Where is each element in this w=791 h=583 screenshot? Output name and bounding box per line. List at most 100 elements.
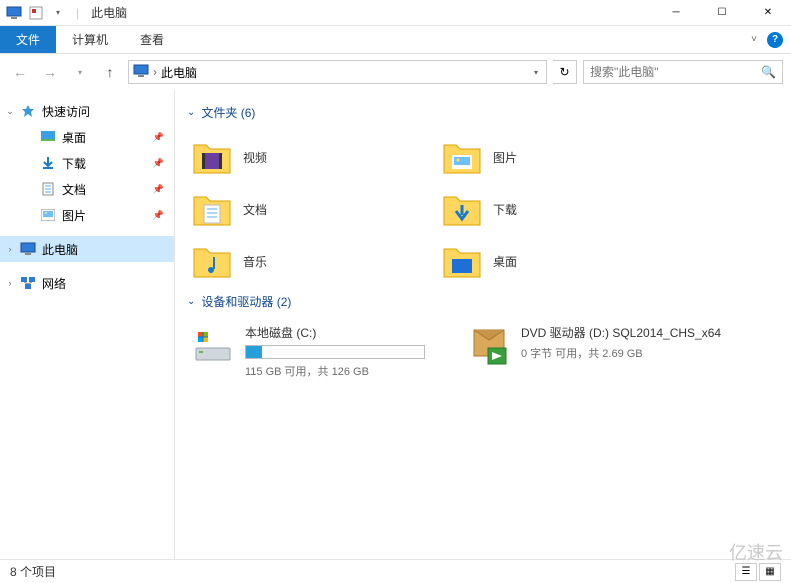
section-folders-header[interactable]: ⌄ 文件夹 (6) <box>187 104 779 121</box>
properties-icon[interactable] <box>26 3 46 23</box>
title-separator: | <box>76 6 79 20</box>
drive-subtitle: 115 GB 可用，共 126 GB <box>245 363 425 379</box>
folder-desktop[interactable]: 桌面 <box>437 235 687 287</box>
address-chevron: › <box>153 65 157 79</box>
music-icon <box>191 240 233 282</box>
search-box[interactable]: 🔍 <box>583 60 783 84</box>
pc-icon <box>20 241 36 257</box>
ribbon-tabs: 文件 计算机 查看 ˅ ? <box>0 26 791 54</box>
disk-icon <box>191 324 235 368</box>
chevron-down-icon[interactable]: ⌄ <box>4 106 16 117</box>
sidebar-item-label: 桌面 <box>62 129 86 146</box>
folder-downloads[interactable]: 下载 <box>437 183 687 235</box>
quick-access-toolbar: ▾ <box>0 3 72 23</box>
address-bar[interactable]: › 此电脑 ▾ <box>128 60 547 84</box>
sidebar-this-pc[interactable]: › 此电脑 <box>0 236 174 262</box>
up-button[interactable]: ↑ <box>98 60 122 84</box>
drive-usage-bar <box>245 345 425 359</box>
drive-title: 本地磁盘 (C:) <box>245 324 425 341</box>
sidebar-item-label: 图片 <box>62 207 86 224</box>
chevron-down-icon: ⌄ <box>187 107 195 118</box>
chevron-down-icon: ⌄ <box>187 296 195 307</box>
folder-label: 桌面 <box>493 253 517 270</box>
address-dropdown-icon[interactable]: ▾ <box>530 68 542 77</box>
pin-icon: 📌 <box>153 210 164 221</box>
sidebar-item-label: 下载 <box>62 155 86 172</box>
pictures-icon <box>40 207 56 223</box>
folder-label: 音乐 <box>243 253 267 270</box>
chevron-right-icon[interactable]: › <box>4 278 16 288</box>
videos-icon <box>191 136 233 178</box>
drive-c[interactable]: 本地磁盘 (C:) 115 GB 可用，共 126 GB <box>187 320 457 383</box>
sidebar-item-label: 快速访问 <box>42 103 90 120</box>
dvd-icon <box>467 324 511 368</box>
help-icon[interactable]: ? <box>767 32 783 48</box>
qat-dropdown-icon[interactable]: ▾ <box>48 3 68 23</box>
folder-label: 图片 <box>493 149 517 166</box>
chevron-right-icon[interactable]: › <box>4 244 16 254</box>
section-title: 设备和驱动器 (2) <box>201 293 291 310</box>
sidebar-item-documents[interactable]: 文档 📌 <box>0 176 174 202</box>
downloads-icon <box>40 155 56 171</box>
tab-file[interactable]: 文件 <box>0 26 56 53</box>
sidebar-item-label: 文档 <box>62 181 86 198</box>
folders-grid: 视频 图片 文档 下载 <box>187 131 779 287</box>
status-bar: 8 个项目 ☰ ▦ <box>0 559 791 583</box>
documents-icon <box>40 181 56 197</box>
sidebar-item-pictures[interactable]: 图片 📌 <box>0 202 174 228</box>
star-icon <box>20 103 36 119</box>
folder-documents[interactable]: 文档 <box>187 183 437 235</box>
drive-subtitle: 0 字节 可用，共 2.69 GB <box>521 345 721 361</box>
folder-music[interactable]: 音乐 <box>187 235 437 287</box>
ribbon-expand-icon[interactable]: ˅ <box>751 34 757 45</box>
folder-label: 下载 <box>493 201 517 218</box>
window-controls: ─ ☐ ✕ <box>653 0 791 26</box>
titlebar: ▾ | 此电脑 ─ ☐ ✕ <box>0 0 791 26</box>
folder-videos[interactable]: 视频 <box>187 131 437 183</box>
section-title: 文件夹 (6) <box>201 104 255 121</box>
sidebar-item-downloads[interactable]: 下载 📌 <box>0 150 174 176</box>
search-input[interactable] <box>590 65 761 79</box>
body: ⌄ 快速访问 桌面 📌 下载 📌 文档 📌 <box>0 90 791 559</box>
drives-grid: 本地磁盘 (C:) 115 GB 可用，共 126 GB DVD 驱动器 (D:… <box>187 320 779 383</box>
drive-title: DVD 驱动器 (D:) SQL2014_CHS_x64 <box>521 324 721 341</box>
forward-button[interactable]: → <box>38 60 62 84</box>
sidebar: ⌄ 快速访问 桌面 📌 下载 📌 文档 📌 <box>0 90 175 559</box>
maximize-button[interactable]: ☐ <box>699 0 745 26</box>
sidebar-item-desktop[interactable]: 桌面 📌 <box>0 124 174 150</box>
network-icon <box>20 275 36 291</box>
view-toggle: ☰ ▦ <box>735 563 781 581</box>
tab-computer[interactable]: 计算机 <box>56 26 124 53</box>
sidebar-quick-access[interactable]: ⌄ 快速访问 <box>0 98 174 124</box>
watermark: 亿速云 <box>729 539 783 565</box>
address-location: 此电脑 <box>161 64 526 81</box>
folder-pictures[interactable]: 图片 <box>437 131 687 183</box>
search-icon: 🔍 <box>761 65 776 79</box>
window-title: 此电脑 <box>91 4 127 21</box>
pc-icon <box>133 64 149 80</box>
desktop-icon <box>441 240 483 282</box>
documents-icon <box>191 188 233 230</box>
content-area: ⌄ 文件夹 (6) 视频 图片 文档 <box>175 90 791 559</box>
pictures-icon <box>441 136 483 178</box>
folder-label: 文档 <box>243 201 267 218</box>
folder-label: 视频 <box>243 149 267 166</box>
desktop-icon <box>40 129 56 145</box>
back-button[interactable]: ← <box>8 60 32 84</box>
drive-d[interactable]: DVD 驱动器 (D:) SQL2014_CHS_x64 0 字节 可用，共 2… <box>463 320 733 383</box>
downloads-icon <box>441 188 483 230</box>
recent-dropdown-icon[interactable]: ▾ <box>68 60 92 84</box>
minimize-button[interactable]: ─ <box>653 0 699 26</box>
status-item-count: 8 个项目 <box>10 563 56 580</box>
tab-view[interactable]: 查看 <box>124 26 180 53</box>
sidebar-item-label: 网络 <box>42 275 66 292</box>
details-view-button[interactable]: ☰ <box>735 563 757 581</box>
sidebar-network[interactable]: › 网络 <box>0 270 174 296</box>
icons-view-button[interactable]: ▦ <box>759 563 781 581</box>
pin-icon: 📌 <box>153 132 164 143</box>
section-drives-header[interactable]: ⌄ 设备和驱动器 (2) <box>187 293 779 310</box>
pin-icon: 📌 <box>153 158 164 169</box>
close-button[interactable]: ✕ <box>745 0 791 26</box>
pin-icon: 📌 <box>153 184 164 195</box>
refresh-button[interactable]: ↻ <box>553 60 577 84</box>
